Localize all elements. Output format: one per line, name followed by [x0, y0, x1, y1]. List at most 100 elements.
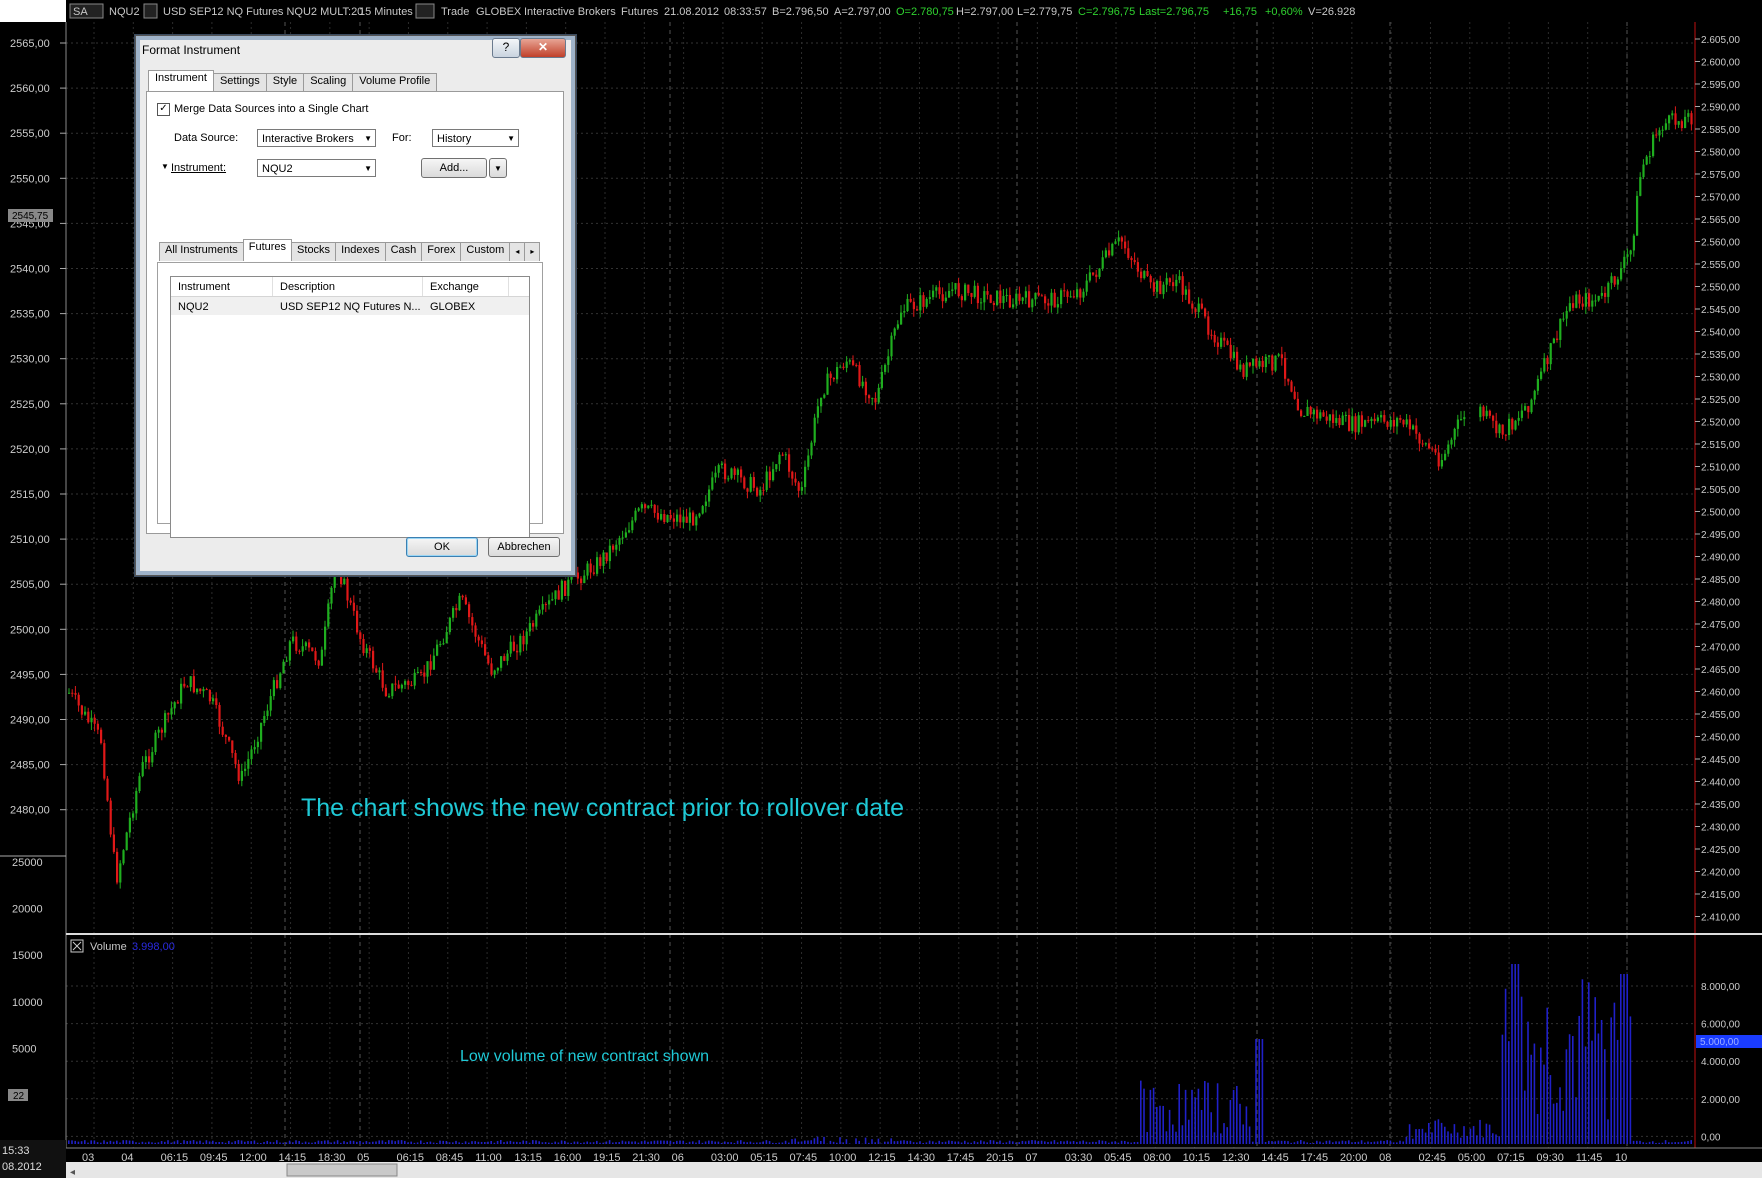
- volume-bar: [1274, 1141, 1276, 1144]
- add-button[interactable]: Add...: [421, 158, 487, 178]
- subtab-stocks[interactable]: Stocks: [291, 242, 337, 261]
- format-instrument-dialog: Format Instrument ? ✕ ✓ Merge Data Sourc…: [135, 35, 576, 576]
- column-instrument[interactable]: Instrument: [171, 277, 273, 296]
- subtab-cash[interactable]: Cash: [384, 242, 423, 261]
- volume-bar: [282, 1142, 284, 1144]
- left-price-tick: 2530,00: [10, 354, 50, 366]
- candle-body: [608, 545, 611, 562]
- realtime-icon[interactable]: [415, 3, 435, 19]
- help-button[interactable]: ?: [492, 38, 520, 58]
- candle-body: [445, 632, 448, 644]
- candle-body: [263, 716, 266, 723]
- volume-bar: [224, 1142, 227, 1144]
- volume-bar: [1367, 1141, 1369, 1144]
- volume-bar: [192, 1140, 195, 1144]
- candle-body: [1616, 279, 1619, 285]
- candle-body: [880, 371, 883, 388]
- tab-volume-profile[interactable]: Volume Profile: [352, 73, 438, 91]
- volume-bar: [1360, 1140, 1363, 1144]
- volume-bar: [695, 1142, 697, 1144]
- volume-bar: [272, 1142, 275, 1144]
- volume-bar: [871, 1139, 873, 1144]
- volume-bar: [1485, 1123, 1488, 1144]
- candle-body: [692, 512, 695, 526]
- candle-body: [1248, 362, 1251, 366]
- subtab-custom[interactable]: Custom: [460, 242, 511, 261]
- volume-bar: [759, 1142, 761, 1144]
- subtab-all-instruments[interactable]: All Instruments: [159, 242, 244, 261]
- tab-instrument[interactable]: Instrument: [148, 70, 214, 91]
- add-dropdown-icon[interactable]: ▼: [489, 158, 507, 178]
- candle-body: [1607, 282, 1610, 297]
- candle-body: [196, 688, 199, 693]
- volume-bar: [932, 1141, 934, 1144]
- tabs-scroll-left-icon[interactable]: ◂: [509, 242, 526, 261]
- subtab-forex[interactable]: Forex: [421, 242, 462, 261]
- close-button[interactable]: ✕: [520, 38, 566, 58]
- volume-bar: [765, 1140, 768, 1144]
- candle-body: [1376, 417, 1379, 422]
- volume-bar: [1040, 1140, 1043, 1144]
- candle-body: [106, 778, 109, 801]
- candle-body: [1559, 318, 1562, 340]
- candle-body: [1159, 280, 1162, 295]
- instrument-grid[interactable]: Instrument Description Exchange NQU2 USD…: [170, 276, 530, 538]
- ok-button[interactable]: OK: [406, 537, 478, 557]
- expand-arrow-icon[interactable]: ▼: [161, 162, 169, 171]
- candle-body: [1066, 291, 1069, 297]
- volume-bar: [983, 1141, 985, 1144]
- data-source-select[interactable]: Interactive Brokers ▼: [257, 129, 376, 147]
- interval-icon[interactable]: [143, 3, 158, 19]
- candle-body: [938, 287, 941, 295]
- volume-bar: [1098, 1140, 1100, 1144]
- volume-bar: [1549, 1075, 1552, 1144]
- volume-bar: [109, 1140, 112, 1144]
- candle-body: [1146, 271, 1149, 276]
- volume-bar: [973, 1141, 976, 1144]
- scroll-left-icon[interactable]: ◂: [70, 1167, 75, 1178]
- left-price-tick: 2535,00: [10, 309, 50, 321]
- volume-bar: [736, 1140, 739, 1144]
- volume-bar: [480, 1141, 483, 1144]
- volume-bar: [461, 1142, 464, 1144]
- volume-bar: [240, 1140, 243, 1144]
- column-exchange[interactable]: Exchange: [423, 277, 509, 296]
- instrument-label[interactable]: Instrument:: [171, 162, 226, 174]
- interval[interactable]: 15 Minutes: [359, 6, 413, 18]
- volume-bar: [1178, 1083, 1180, 1144]
- candle-body: [256, 741, 259, 748]
- volume-bar: [1200, 1109, 1203, 1144]
- volume-bar: [756, 1142, 758, 1144]
- volume-bar: [1642, 1142, 1644, 1144]
- tabs-scroll-right-icon[interactable]: ▸: [524, 242, 541, 261]
- volume-bar: [1018, 1142, 1020, 1144]
- candle-body: [1568, 303, 1571, 311]
- open: O=2.780,75: [896, 6, 954, 18]
- subtab-indexes[interactable]: Indexes: [335, 242, 386, 261]
- instrument-select[interactable]: NQU2 ▼: [257, 159, 376, 177]
- candle-body: [756, 487, 759, 496]
- subtab-futures[interactable]: Futures: [242, 239, 293, 261]
- volume-bar: [1194, 1097, 1196, 1144]
- candle-body: [452, 608, 455, 618]
- volume-bar: [1047, 1141, 1049, 1144]
- candle-body: [1511, 418, 1514, 430]
- volume-bar: [1015, 1142, 1017, 1144]
- tab-settings[interactable]: Settings: [212, 73, 267, 91]
- candle-body: [628, 530, 631, 533]
- cancel-button[interactable]: Abbrechen: [488, 537, 560, 557]
- scrollbar-thumb[interactable]: [286, 1163, 398, 1177]
- column-description[interactable]: Description: [273, 277, 423, 296]
- tab-scaling[interactable]: Scaling: [303, 73, 354, 91]
- candle-body: [1210, 334, 1213, 336]
- volume-bar: [1447, 1131, 1449, 1144]
- candle-body: [1485, 410, 1488, 417]
- volume-bar: [1223, 1123, 1225, 1144]
- tab-style[interactable]: Style: [265, 73, 305, 91]
- table-row[interactable]: NQU2 USD SEP12 NQ Futures N... GLOBEX: [171, 297, 529, 315]
- merge-checkbox[interactable]: ✓: [157, 103, 170, 116]
- for-select[interactable]: History ▼: [432, 129, 519, 147]
- candle-body: [900, 312, 903, 325]
- candle-body: [436, 644, 439, 656]
- candle-body: [180, 683, 183, 704]
